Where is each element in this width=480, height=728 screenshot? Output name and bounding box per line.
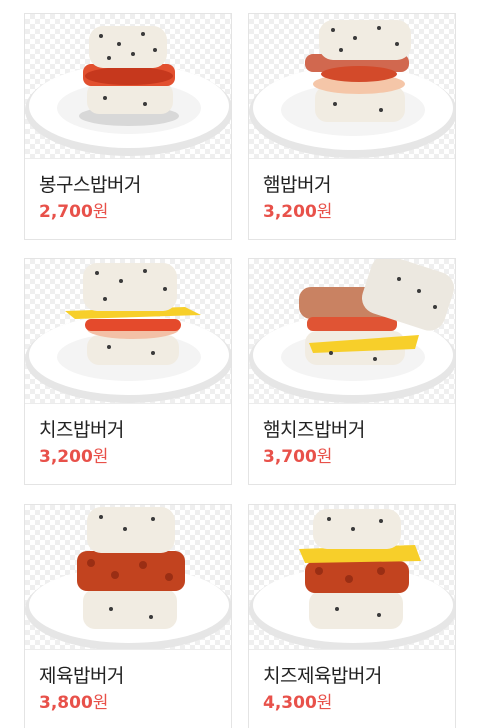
menu-item-card[interactable]: 햄밥버거 3,200원 [248, 13, 456, 240]
menu-item-price: 3,700원 [263, 447, 333, 467]
menu-item-name: 햄밥버거 [263, 174, 331, 196]
menu-item-price: 3,800원 [39, 693, 109, 713]
menu-item-photo [25, 14, 231, 159]
menu-item-card[interactable]: 햄치즈밥버거 3,700원 [248, 258, 456, 485]
rice-burger-illustration [249, 20, 455, 158]
menu-item-photo [25, 505, 231, 650]
rice-burger-illustration [25, 507, 231, 649]
menu-item-name: 치즈밥버거 [39, 419, 124, 441]
rice-burger-illustration [249, 259, 455, 403]
menu-item-name: 햄치즈밥버거 [263, 419, 365, 441]
menu-item-card[interactable]: 치즈제육밥버거 4,300원 [248, 504, 456, 728]
menu-item-photo [249, 259, 455, 404]
menu-item-card[interactable]: 봉구스밥버거 2,700원 [24, 13, 232, 240]
menu-item-name: 치즈제육밥버거 [263, 665, 382, 687]
rice-burger-illustration [249, 509, 455, 649]
menu-item-name: 제육밥버거 [39, 665, 124, 687]
menu-item-photo [249, 14, 455, 159]
menu-item-name: 봉구스밥버거 [39, 174, 141, 196]
rice-burger-illustration [25, 26, 231, 156]
menu-item-price: 2,700원 [39, 202, 109, 222]
menu-item-card[interactable]: 제육밥버거 3,800원 [24, 504, 232, 728]
menu-item-photo [25, 259, 231, 404]
rice-burger-illustration [25, 263, 231, 403]
menu-item-photo [249, 505, 455, 650]
menu-item-price: 3,200원 [39, 447, 109, 467]
menu-item-price: 4,300원 [263, 693, 333, 713]
menu-item-price: 3,200원 [263, 202, 333, 222]
menu-grid: 봉구스밥버거 2,700원 햄밥버거 3,200원 치즈밥버거 3,200원 햄… [0, 0, 480, 728]
menu-item-card[interactable]: 치즈밥버거 3,200원 [24, 258, 232, 485]
